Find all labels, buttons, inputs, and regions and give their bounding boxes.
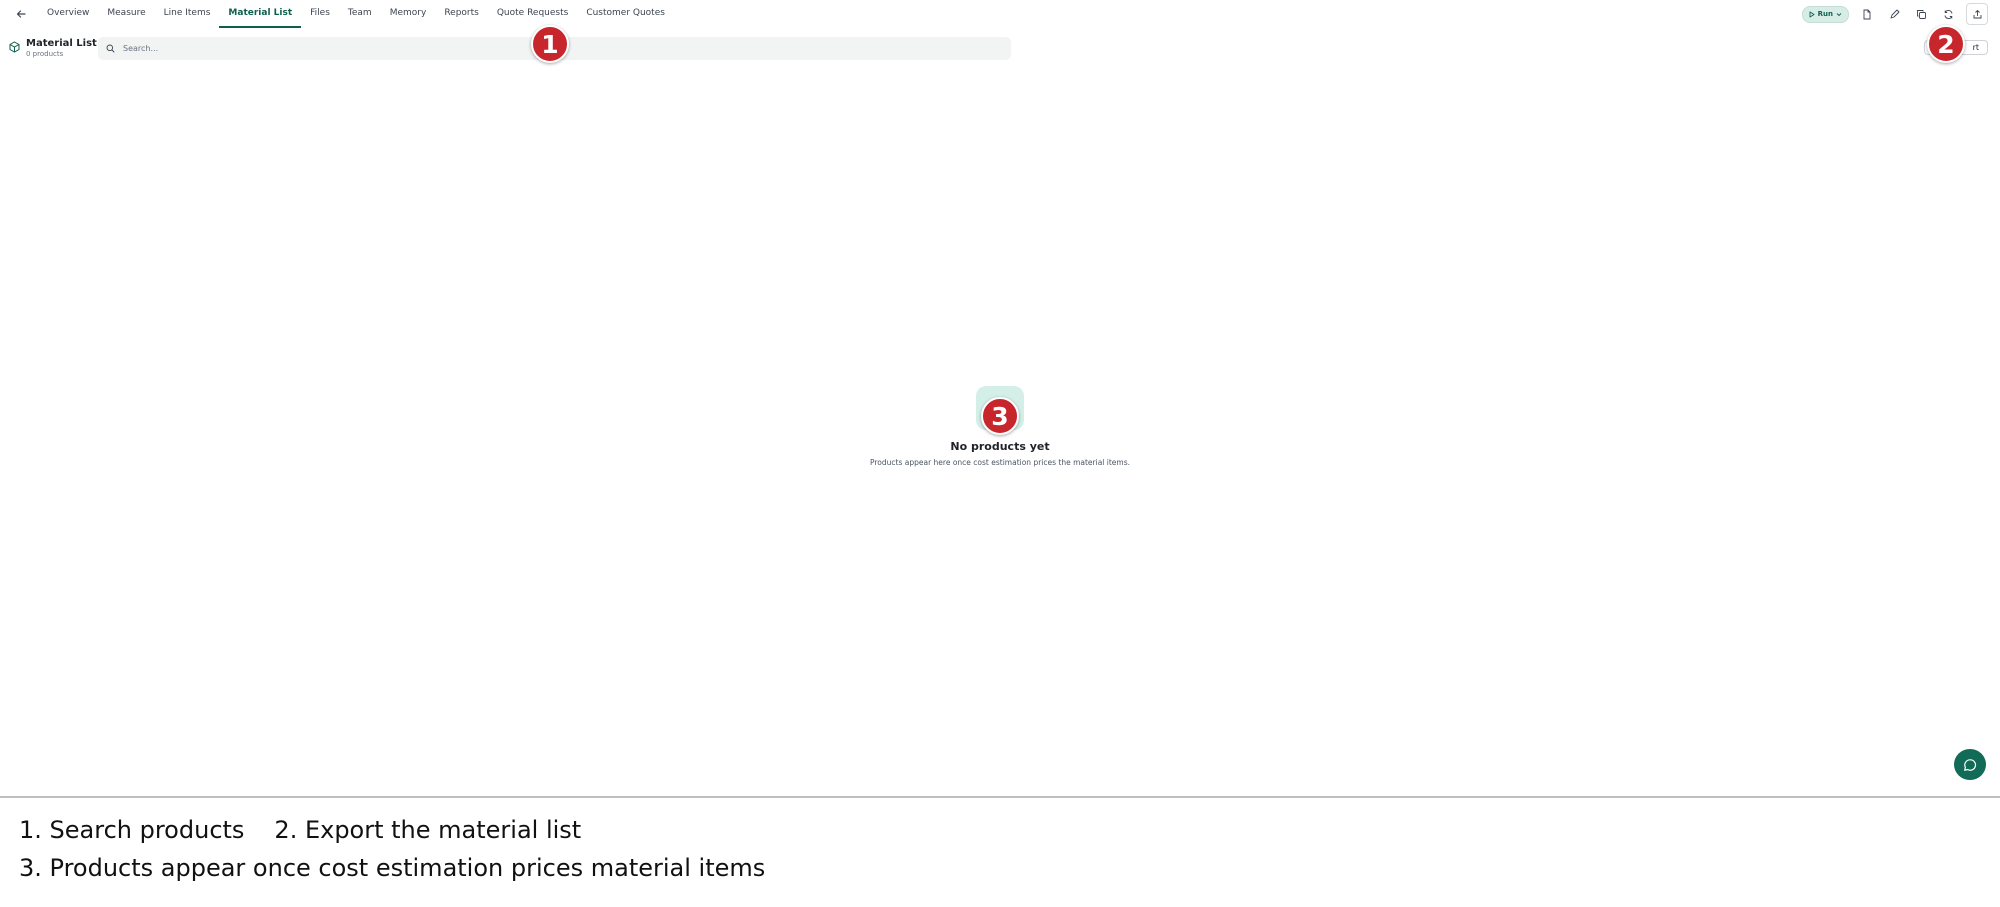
search-icon [106, 44, 115, 53]
marker-3: 3 [981, 397, 1019, 435]
tab-quote-requests[interactable]: Quote Requests [488, 0, 577, 28]
legend-item-2: 2. Export the material list [274, 816, 582, 844]
legend-item-1: 1. Search products [19, 816, 245, 844]
tab-line-items[interactable]: Line Items [155, 0, 220, 28]
run-label: Run [1817, 10, 1833, 18]
tab-bar: Overview Measure Line Items Material Lis… [38, 0, 674, 28]
legend-line-1: 1. Search products 2. Export the material… [19, 816, 581, 844]
tab-memory[interactable]: Memory [381, 0, 436, 28]
material-list-header: Material List 0 products [9, 38, 97, 59]
app-screen: Overview Measure Line Items Material Lis… [0, 0, 2000, 796]
tab-customer-quotes[interactable]: Customer Quotes [577, 0, 674, 28]
tab-overview[interactable]: Overview [38, 0, 98, 28]
page-title: Material List [26, 38, 97, 49]
legend-line-2: 3. Products appear once cost estimation … [19, 854, 766, 882]
toolbar-actions: Run [1801, 3, 1988, 25]
empty-state-title: No products yet [950, 440, 1050, 453]
top-nav: Overview Measure Line Items Material Lis… [0, 0, 2000, 28]
refresh-icon[interactable] [1939, 5, 1957, 23]
tab-material-list[interactable]: Material List [219, 0, 301, 28]
document-icon[interactable] [1858, 5, 1876, 23]
box-icon [9, 41, 20, 53]
share-icon[interactable] [1966, 3, 1988, 25]
empty-state-description: Products appear here once cost estimatio… [869, 458, 1131, 467]
back-arrow-icon[interactable] [12, 5, 30, 23]
chevron-down-icon [1836, 12, 1842, 16]
tab-files[interactable]: Files [301, 0, 339, 28]
play-icon [1809, 11, 1815, 17]
annotation-legend: 1. Search products 2. Export the material… [0, 796, 2000, 907]
tab-team[interactable]: Team [339, 0, 381, 28]
edit-icon[interactable] [1885, 5, 1903, 23]
tab-measure[interactable]: Measure [98, 0, 154, 28]
chat-bubble-icon [1964, 758, 1977, 771]
marker-1: 1 [531, 25, 569, 63]
tab-reports[interactable]: Reports [435, 0, 488, 28]
product-count: 0 products [26, 50, 64, 58]
duplicate-icon[interactable] [1912, 5, 1930, 23]
chat-button[interactable] [1954, 749, 1986, 780]
run-button[interactable]: Run [1801, 5, 1849, 23]
export-label: rt [1972, 43, 1979, 52]
marker-2: 2 [1927, 25, 1965, 63]
